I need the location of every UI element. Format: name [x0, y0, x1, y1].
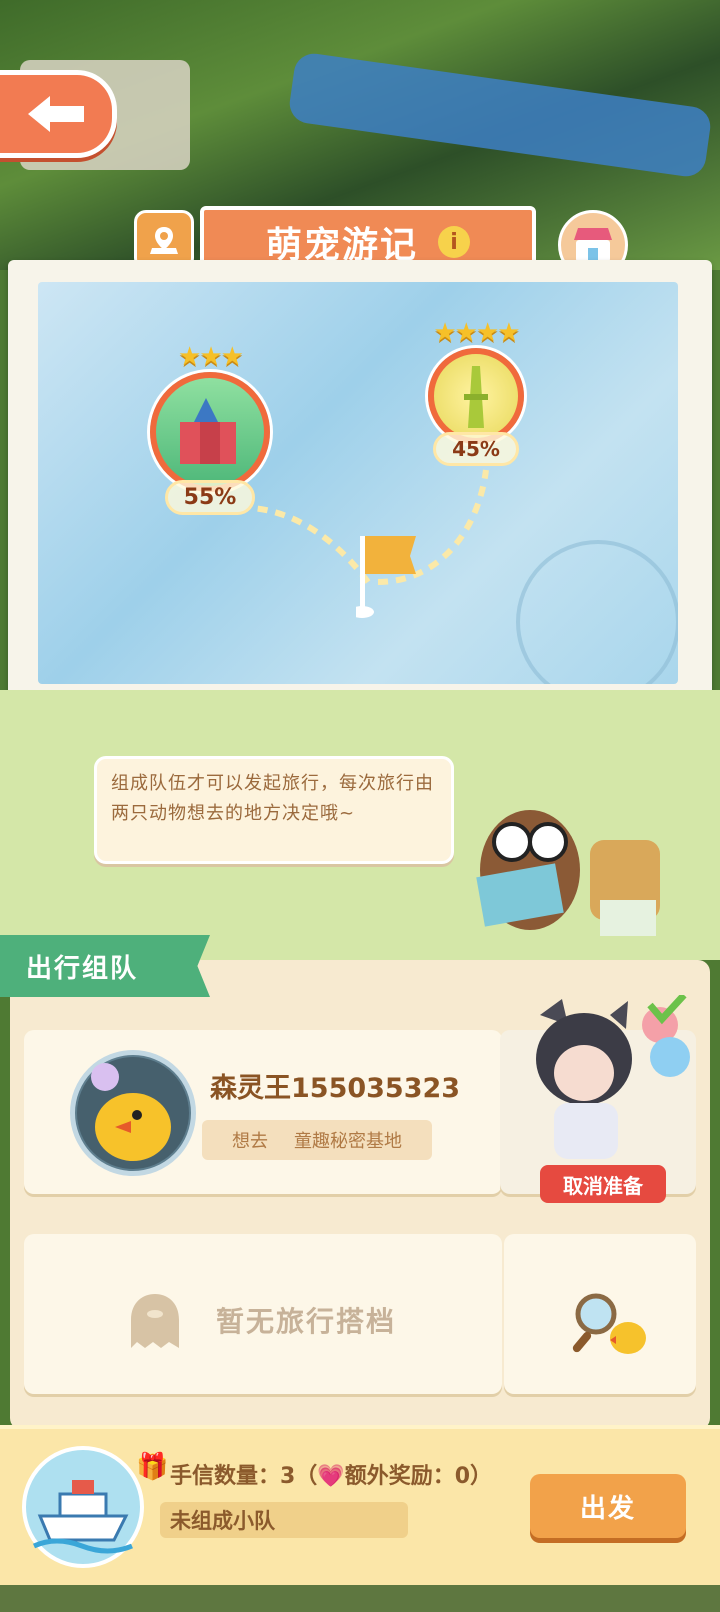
empty-ghost-icon: [131, 1294, 179, 1348]
player-name: 森灵王155035323: [210, 1073, 461, 1104]
cancel-ready-button[interactable]: 取消准备: [540, 1165, 666, 1203]
want-place: 童趣秘密基地: [294, 1131, 402, 1152]
ship-icon: [22, 1446, 144, 1568]
destination-tower[interactable]: ★★★★ 45%: [428, 318, 524, 466]
heart-icon: 💗: [317, 1464, 345, 1489]
team-status: 未组成小队: [160, 1502, 408, 1538]
flag-icon: [356, 536, 416, 618]
gift-letter-icon: 🎁: [136, 1452, 169, 1482]
info-icon[interactable]: i: [438, 226, 470, 258]
map-pin-icon: [150, 227, 178, 254]
arrow-left-icon: [28, 96, 84, 132]
travel-map: [38, 282, 678, 684]
tower-progress: 45%: [433, 432, 519, 466]
letter-count: 手信数量：3（💗额外奖励：0）: [170, 1458, 492, 1490]
guide-speech-bubble: 组成队伍才可以发起旅行，每次旅行由两只动物想去的地方决定哦~: [94, 756, 454, 864]
avatar[interactable]: [70, 1050, 196, 1176]
tower-icon: [428, 348, 524, 444]
destination-tag: 想去 童趣秘密基地: [202, 1120, 432, 1160]
back-button[interactable]: [0, 70, 117, 158]
owl-guide-icon: [476, 810, 660, 936]
depart-button[interactable]: 出发: [530, 1474, 686, 1538]
travel-path: [251, 469, 678, 684]
team-tab: 出行组队: [0, 935, 210, 997]
empty-partner-text: 暂无旅行搭档: [216, 1305, 397, 1338]
search-icon[interactable]: [570, 1290, 650, 1360]
tower-stars: ★★★★: [433, 318, 520, 348]
letter-count-label: 手信数量：3（: [170, 1464, 318, 1489]
partner-character-icon: [536, 995, 690, 1159]
castle-progress: 55%: [164, 480, 256, 515]
castle-stars: ★★★: [178, 342, 244, 372]
team-tab-label: 出行组队: [26, 953, 139, 984]
want-label: 想去: [232, 1131, 268, 1152]
extra-reward-label: 额外奖励：0）: [344, 1464, 493, 1489]
ground-strip: [0, 1585, 720, 1612]
castle-icon: [150, 372, 270, 492]
destination-castle[interactable]: ★★★ 55%: [150, 342, 270, 515]
